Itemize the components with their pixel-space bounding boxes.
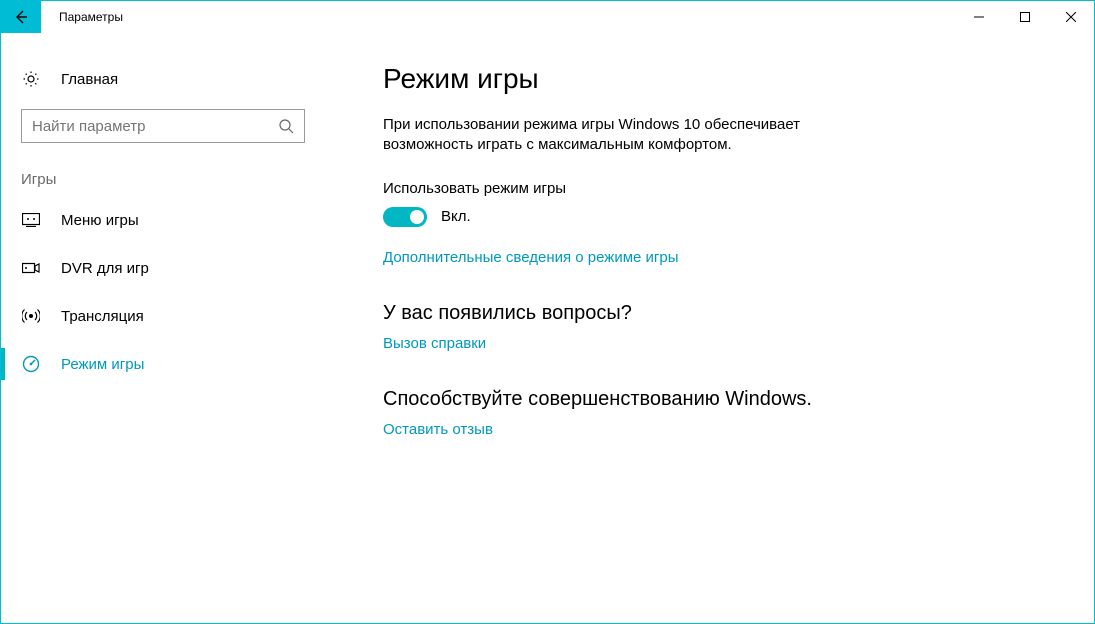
more-info-link[interactable]: Дополнительные сведения о режиме игры [383, 249, 1054, 266]
close-icon [1066, 12, 1076, 22]
speedometer-icon [21, 355, 41, 373]
search-input[interactable] [32, 118, 278, 135]
game-mode-toggle[interactable] [383, 207, 427, 227]
maximize-icon [1020, 12, 1030, 22]
search-container [1, 101, 321, 159]
window-title: Параметры [41, 1, 956, 33]
sidebar: Главная Игры [1, 33, 321, 623]
sidebar-item-game-bar[interactable]: Меню игры [1, 196, 321, 244]
arrow-left-icon [13, 9, 29, 25]
window-body: Главная Игры [1, 33, 1094, 623]
page-title: Режим игры [383, 63, 1054, 95]
sidebar-item-broadcast[interactable]: Трансляция [1, 292, 321, 340]
dvr-icon [21, 261, 41, 275]
home-label: Главная [61, 71, 118, 88]
sidebar-item-label: Режим игры [61, 356, 144, 373]
minimize-icon [974, 12, 984, 22]
gear-icon [21, 70, 41, 88]
search-box[interactable] [21, 109, 305, 143]
broadcast-icon [21, 307, 41, 325]
window-controls [956, 1, 1094, 33]
maximize-button[interactable] [1002, 1, 1048, 33]
feedback-heading: Способствуйте совершенствованию Windows. [383, 388, 1054, 411]
settings-window: Параметры [0, 0, 1095, 624]
toggle-label: Использовать режим игры [383, 180, 1054, 197]
toggle-status: Вкл. [441, 208, 471, 225]
titlebar: Параметры [1, 1, 1094, 33]
minimize-button[interactable] [956, 1, 1002, 33]
main-content: Режим игры При использовании режима игры… [321, 33, 1094, 623]
category-label: Игры [1, 159, 321, 196]
toggle-row: Вкл. [383, 207, 1054, 227]
home-button[interactable]: Главная [1, 57, 321, 101]
close-button[interactable] [1048, 1, 1094, 33]
questions-heading: У вас появились вопросы? [383, 302, 1054, 325]
game-bar-icon [21, 213, 41, 227]
sidebar-item-label: DVR для игр [61, 260, 149, 277]
sidebar-item-label: Трансляция [61, 308, 144, 325]
search-icon [278, 118, 294, 134]
back-button[interactable] [1, 1, 41, 33]
sidebar-item-game-mode[interactable]: Режим игры [1, 340, 321, 388]
page-description: При использовании режима игры Windows 10… [383, 115, 863, 156]
feedback-link[interactable]: Оставить отзыв [383, 421, 1054, 438]
help-link[interactable]: Вызов справки [383, 335, 1054, 352]
sidebar-item-game-dvr[interactable]: DVR для игр [1, 244, 321, 292]
sidebar-item-label: Меню игры [61, 212, 139, 229]
